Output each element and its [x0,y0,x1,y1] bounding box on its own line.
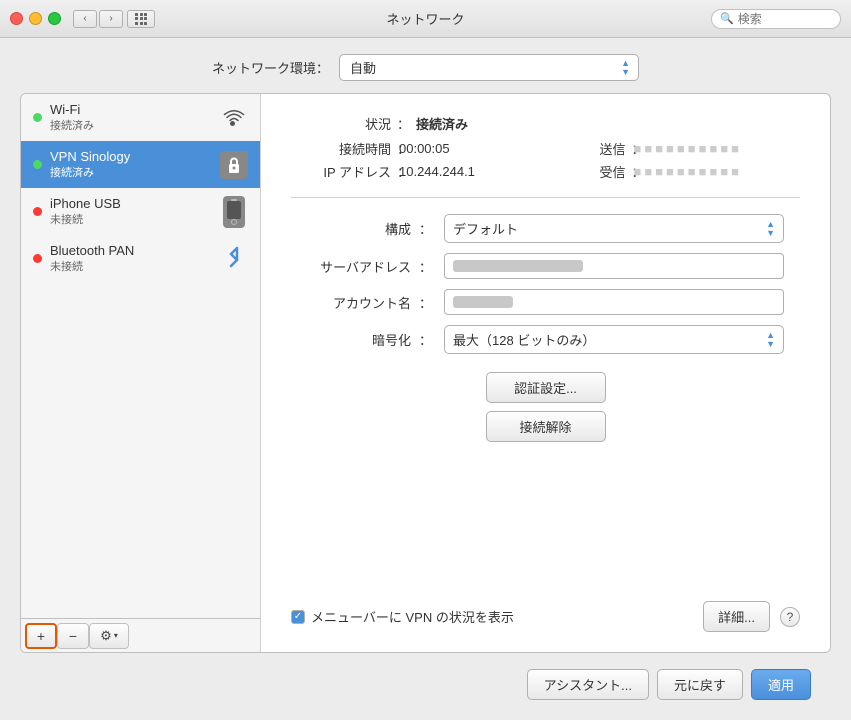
vpn-menu-label: メニューバーに VPN の状況を表示 [311,607,514,626]
gear-menu-button[interactable]: ⚙ ▾ [89,623,129,649]
sidebar-item-vpn-status: 接続済み [50,164,212,180]
sidebar-item-vpn[interactable]: VPN Sinology 接続済み [21,141,260,188]
title-bar: ‹ › ネットワーク 🔍 [0,0,851,38]
status-value: 接続済み [416,114,468,133]
encryption-label: 暗号化 [291,330,411,349]
search-box[interactable]: 🔍 [711,9,841,29]
status-dot-wifi [33,113,42,122]
config-select-value: デフォルト [453,219,518,238]
sidebar-item-wifi-name: Wi-Fi [50,102,212,117]
footer: アシスタント... 元に戻す 適用 [20,665,831,708]
wifi-icon [220,104,248,132]
sidebar-item-vpn-name: VPN Sinology [50,149,212,164]
send-key: 送信 [566,139,626,158]
apps-grid-icon [135,13,147,25]
connection-time-key: 接続時間 [291,139,391,158]
bottom-area: ✓ メニューバーに VPN の状況を表示 詳細... ? [291,601,800,632]
recv-value: ■■■■■■■■■■ [634,164,801,179]
help-button[interactable]: ? [780,607,800,627]
assistant-button[interactable]: アシスタント... [527,669,649,700]
ip-key: IP アドレス [291,162,391,181]
content-area: ネットワーク環境： 自動 ▲▼ Wi-Fi 接続済み [0,38,851,720]
form-row-config: 構成 ： デフォルト ▲▼ [291,214,800,243]
send-value: ■■■■■■■■■■ [634,141,801,156]
account-name-input[interactable] [444,289,784,315]
disconnect-button[interactable]: 接続解除 [486,411,606,442]
vpn-menu-checkbox-wrap: ✓ メニューバーに VPN の状況を表示 [291,607,514,626]
ip-value: 10.244.244.1 [399,164,566,179]
forward-button[interactable]: › [99,10,123,28]
server-address-input[interactable] [444,253,784,279]
server-label: サーバアドレス [291,257,411,276]
add-network-button[interactable]: + [25,623,57,649]
form-row-server: サーバアドレス ： [291,253,800,279]
sidebar-toolbar: + − ⚙ ▾ [21,618,260,652]
env-label: ネットワーク環境： [212,58,329,77]
sidebar-item-wifi[interactable]: Wi-Fi 接続済み [21,94,260,141]
gear-icon: ⚙ [100,628,112,644]
env-select-arrows-icon: ▲▼ [621,59,630,77]
config-select-arrows-icon: ▲▼ [766,220,775,238]
sidebar-item-iphone-status: 未接続 [50,211,212,227]
close-button[interactable] [10,12,23,25]
recv-key: 受信 [566,162,626,181]
revert-button[interactable]: 元に戻す [657,669,743,700]
auth-settings-button[interactable]: 認証設定... [486,372,606,403]
env-select[interactable]: 自動 ▲▼ [339,54,639,81]
account-label: アカウント名 [291,293,411,312]
detail-button[interactable]: 詳細... [703,601,770,632]
status-detail-grid: 接続時間 ： 00:00:05 送信 ： ■■■■■■■■■■ IP アドレス … [291,139,800,181]
sidebar-item-bluetooth-status: 未接続 [50,258,212,274]
sidebar-list: Wi-Fi 接続済み [21,94,260,618]
vpn-menu-checkbox[interactable]: ✓ [291,610,305,624]
sidebar-item-wifi-status: 接続済み [50,117,212,133]
form-row-encryption: 暗号化 ： 最大（128 ビットのみ） ▲▼ [291,325,800,354]
status-dot-iphone [33,207,42,216]
account-name-blurred [453,296,513,308]
apps-button[interactable] [127,10,155,28]
iphone-icon [220,198,248,226]
encryption-select-arrows-icon: ▲▼ [766,331,775,349]
bluetooth-icon [220,245,248,273]
sidebar-item-bluetooth[interactable]: Bluetooth PAN 未接続 [21,235,260,282]
status-key: 状況 [291,114,391,133]
encryption-select-value: 最大（128 ビットのみ） [453,330,595,349]
nav-buttons: ‹ › [73,10,123,28]
vpn-icon [220,151,248,179]
sidebar-item-iphone-name: iPhone USB [50,196,212,211]
main-panel: Wi-Fi 接続済み [20,93,831,653]
remove-network-button[interactable]: − [57,623,89,649]
divider [291,197,800,198]
search-icon: 🔍 [720,12,734,25]
sidebar-item-bluetooth-name: Bluetooth PAN [50,243,212,258]
apply-button[interactable]: 適用 [751,669,811,700]
status-dot-vpn [33,160,42,169]
status-section: 状況 ： 接続済み 接続時間 ： 00:00:05 送信 ： ■■■■■■■■■… [291,114,800,181]
env-row: ネットワーク環境： 自動 ▲▼ [20,54,831,81]
back-button[interactable]: ‹ [73,10,97,28]
env-select-value: 自動 [350,58,376,77]
action-buttons: 認証設定... 接続解除 [291,372,800,442]
window-title: ネットワーク [386,9,464,28]
config-label: 構成 [291,219,411,238]
status-dot-bluetooth [33,254,42,263]
config-select[interactable]: デフォルト ▲▼ [444,214,784,243]
traffic-lights [10,12,61,25]
minimize-button[interactable] [29,12,42,25]
maximize-button[interactable] [48,12,61,25]
encryption-select[interactable]: 最大（128 ビットのみ） ▲▼ [444,325,784,354]
right-panel: 状況 ： 接続済み 接続時間 ： 00:00:05 送信 ： ■■■■■■■■■… [261,94,830,652]
search-input[interactable] [738,12,832,26]
chevron-down-icon: ▾ [114,631,118,640]
form-row-account: アカウント名 ： [291,289,800,315]
sidebar-item-iphone[interactable]: iPhone USB 未接続 [21,188,260,235]
sidebar: Wi-Fi 接続済み [21,94,261,652]
form-section: 構成 ： デフォルト ▲▼ サーバアドレス ： [291,214,800,354]
status-row-main: 状況 ： 接続済み [291,114,800,133]
connection-time-value: 00:00:05 [399,141,566,156]
server-address-blurred [453,260,583,272]
